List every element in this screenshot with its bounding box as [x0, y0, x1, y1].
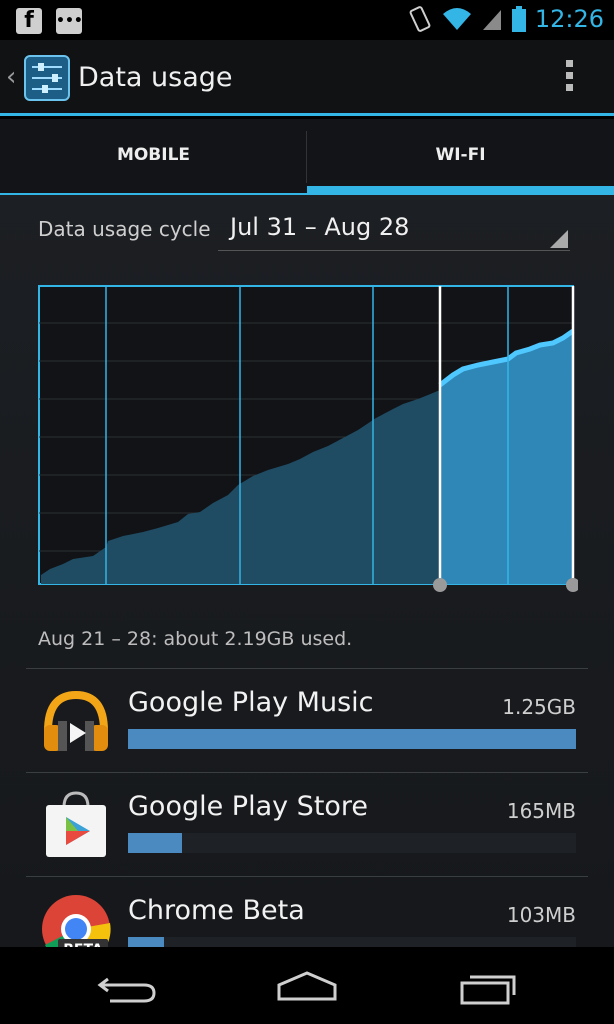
usage-bar: [128, 729, 576, 749]
play-store-bag-icon: [46, 791, 106, 857]
app-row-google-play-music[interactable]: Google Play Music 1.25GB: [26, 668, 588, 772]
usage-bar-fill: [128, 833, 182, 853]
usage-bar-fill: [128, 937, 164, 947]
signal-icon: [482, 10, 501, 30]
app-row-google-play-store[interactable]: Google Play Store 165MB: [26, 772, 588, 876]
navigation-bar: [0, 947, 614, 1024]
usage-bar: [128, 833, 576, 853]
headphones-icon: [44, 690, 108, 751]
main-content: Data usage cycle Jul 31 – Aug 28 Aug 21 …: [0, 195, 614, 947]
app-usage-size: 1.25GB: [502, 695, 576, 719]
dropdown-caret-icon: [550, 230, 568, 248]
usage-summary: Aug 21 – 28: about 2.19GB used.: [38, 628, 353, 650]
usage-chart[interactable]: [38, 283, 578, 603]
tab-divider: [306, 131, 307, 183]
overflow-menu-icon[interactable]: [566, 60, 574, 96]
vibrate-icon: [409, 6, 431, 32]
app-usage-size: 103MB: [506, 903, 576, 927]
app-row-chrome-beta[interactable]: BETA Chrome Beta 103MB: [26, 876, 588, 947]
action-bar: ‹ Data usage: [0, 40, 614, 116]
back-icon[interactable]: [88, 965, 168, 1009]
range-start-handle[interactable]: [433, 578, 447, 592]
usage-bar-fill: [128, 729, 576, 749]
home-icon[interactable]: [267, 965, 347, 1009]
recents-icon[interactable]: [448, 965, 528, 1009]
settings-sliders-icon[interactable]: [24, 55, 70, 101]
up-navigation-icon[interactable]: ‹: [6, 62, 16, 92]
wifi-icon: [442, 8, 471, 30]
cycle-dropdown[interactable]: Jul 31 – Aug 28: [218, 211, 570, 251]
chrome-beta-icon: BETA: [42, 895, 111, 947]
status-bar: f ••• 12:26: [0, 0, 614, 40]
usage-bar: [128, 937, 576, 947]
tab-wifi[interactable]: WI-FI: [307, 119, 614, 195]
messaging-icon: •••: [56, 8, 83, 34]
app-usage-size: 165MB: [506, 799, 576, 823]
network-tabs: MOBILE WI-FI: [0, 119, 614, 195]
tab-mobile[interactable]: MOBILE: [0, 119, 307, 195]
app-name: Chrome Beta: [128, 895, 305, 926]
page-title: Data usage: [78, 62, 233, 93]
clock: 12:26: [534, 5, 604, 33]
app-name: Google Play Music: [128, 687, 374, 718]
app-name: Google Play Store: [128, 791, 369, 822]
facebook-icon: f: [16, 8, 42, 34]
cycle-label: Data usage cycle: [38, 217, 211, 241]
battery-icon: [511, 6, 526, 32]
cycle-value: Jul 31 – Aug 28: [230, 213, 410, 241]
